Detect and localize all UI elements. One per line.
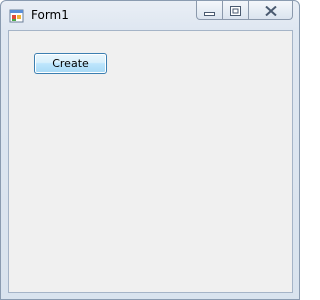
create-button[interactable]: Create xyxy=(34,53,107,74)
minimize-icon xyxy=(204,1,215,20)
maximize-button[interactable] xyxy=(223,1,249,20)
title-bar[interactable]: Form1 xyxy=(1,1,299,29)
form-client-area: Create xyxy=(8,30,293,293)
close-button[interactable] xyxy=(249,1,293,20)
form-app-icon xyxy=(9,8,25,24)
form1-window: Form1 Create xyxy=(0,0,300,300)
window-title: Form1 xyxy=(31,8,69,22)
caption-buttons xyxy=(196,1,293,20)
close-icon xyxy=(264,1,277,20)
minimize-button[interactable] xyxy=(196,1,223,20)
maximize-icon xyxy=(230,1,241,20)
